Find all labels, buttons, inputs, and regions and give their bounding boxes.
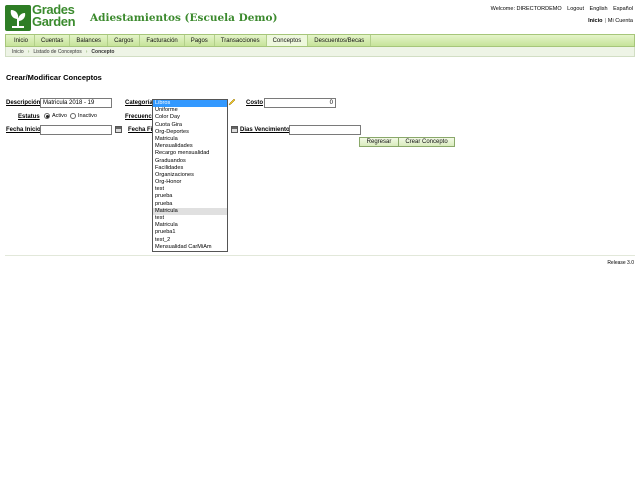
- dias-vencimiento-label: Dias Vencimiento: [240, 127, 290, 133]
- breadcrumb-inicio[interactable]: Inicio: [12, 49, 24, 55]
- nav-conceptos[interactable]: Conceptos: [266, 35, 309, 46]
- nav-facturacion[interactable]: Facturación: [140, 35, 185, 46]
- welcome-text: Welcome: DIRECTORDEMO: [490, 6, 562, 12]
- dropdown-option[interactable]: Facilidades: [153, 165, 227, 172]
- dropdown-option[interactable]: Matricula: [153, 222, 227, 229]
- crear-concepto-button[interactable]: Crear Concepto: [398, 137, 455, 147]
- app-title: Adiestamientos (Escuela Demo): [90, 12, 278, 24]
- dropdown-option[interactable]: Color Day: [153, 114, 227, 121]
- dropdown-option[interactable]: prueba: [153, 201, 227, 208]
- dropdown-option[interactable]: Mensualidades: [153, 143, 227, 150]
- main-nav: Inicio Cuentas Balances Cargos Facturaci…: [5, 34, 635, 47]
- descripcion-input[interactable]: Matricula 2018 - 19: [40, 98, 112, 108]
- dropdown-option[interactable]: test: [153, 186, 227, 193]
- radio-checked-icon: [44, 113, 50, 119]
- calendar-icon[interactable]: [115, 126, 122, 133]
- inicio-link[interactable]: Inicio: [588, 18, 602, 24]
- dropdown-option[interactable]: Matricula: [153, 136, 227, 143]
- nav-cuentas[interactable]: Cuentas: [35, 35, 71, 46]
- dropdown-option[interactable]: Matricula: [153, 207, 227, 215]
- descripcion-label: Descripción: [6, 100, 41, 106]
- dropdown-option[interactable]: Mensualidad CarMiAm: [153, 244, 227, 251]
- dropdown-option[interactable]: Graduandos: [153, 158, 227, 165]
- dropdown-option[interactable]: Organizaciones: [153, 172, 227, 179]
- espanol-link[interactable]: Español: [613, 6, 633, 12]
- logo-text: Grades Garden: [32, 3, 76, 29]
- costo-input[interactable]: 0: [264, 98, 336, 108]
- breadcrumb-listado[interactable]: Listado de Conceptos: [33, 49, 81, 55]
- inactivo-label: Inactivo: [78, 113, 97, 119]
- dropdown-option[interactable]: test: [153, 215, 227, 222]
- leaf-logo-icon: [5, 5, 31, 31]
- page-title: Crear/Modificar Conceptos: [6, 73, 102, 82]
- categoria-label: Categoría: [125, 100, 153, 106]
- logout-link[interactable]: Logout: [567, 6, 584, 12]
- account-links: Inicio | Mi Cuenta: [588, 18, 633, 24]
- footer-divider: [5, 255, 635, 256]
- user-links: Welcome: DIRECTORDEMO Logout English Esp…: [487, 6, 633, 12]
- activo-radio[interactable]: Activo: [44, 113, 67, 119]
- dropdown-option[interactable]: prueba: [153, 193, 227, 200]
- dropdown-option[interactable]: Cuota Gira: [153, 122, 227, 129]
- fecha-inicio-input[interactable]: [40, 125, 112, 135]
- link-separator: |: [604, 18, 606, 24]
- breadcrumb-current: Concepto: [91, 48, 115, 55]
- release-version: Release 3.0: [607, 260, 634, 266]
- english-link[interactable]: English: [590, 6, 608, 12]
- logo: Grades Garden: [5, 3, 83, 31]
- dropdown-option[interactable]: Org-Deportes: [153, 129, 227, 136]
- mi-cuenta-link[interactable]: Mi Cuenta: [608, 18, 633, 24]
- activo-label: Activo: [52, 113, 67, 119]
- categoria-dropdown-list[interactable]: Libros Uniforme Color Day Cuota Gira Org-Dep…: [152, 99, 228, 252]
- dropdown-option[interactable]: Recargo mensualidad: [153, 150, 227, 157]
- dropdown-option[interactable]: Libros: [153, 100, 227, 108]
- nav-transacciones[interactable]: Transacciones: [215, 35, 267, 46]
- nav-balances[interactable]: Balances: [70, 35, 109, 46]
- dropdown-option[interactable]: test_2: [153, 237, 227, 244]
- nav-cargos[interactable]: Cargos: [108, 35, 141, 46]
- dropdown-option[interactable]: Uniforme: [153, 107, 227, 114]
- inactivo-radio[interactable]: Inactivo: [70, 113, 97, 119]
- nav-pagos[interactable]: Pagos: [185, 35, 215, 46]
- nav-inicio[interactable]: Inicio: [8, 35, 36, 46]
- dias-vencimiento-input[interactable]: [289, 125, 361, 135]
- radio-unchecked-icon: [70, 113, 76, 119]
- nav-descuentos-becas[interactable]: Descuentos/Becas: [308, 35, 372, 46]
- estatus-label: Estatus: [18, 114, 40, 120]
- costo-label: Costo: [246, 100, 263, 106]
- dropdown-option[interactable]: Org-Honor: [153, 179, 227, 186]
- breadcrumb-separator-icon: ›: [85, 48, 88, 55]
- breadcrumb-separator-icon: ›: [27, 48, 30, 55]
- fecha-inicio-label: Fecha Inicio: [6, 127, 41, 133]
- breadcrumb: Inicio › Listado de Conceptos › Concepto: [5, 47, 635, 57]
- logo-line2: Garden: [32, 14, 76, 29]
- regresar-button[interactable]: Regresar: [359, 137, 399, 147]
- dropdown-option[interactable]: prueba1: [153, 229, 227, 236]
- pencil-edit-icon[interactable]: [228, 98, 236, 106]
- calendar-icon[interactable]: [231, 126, 238, 133]
